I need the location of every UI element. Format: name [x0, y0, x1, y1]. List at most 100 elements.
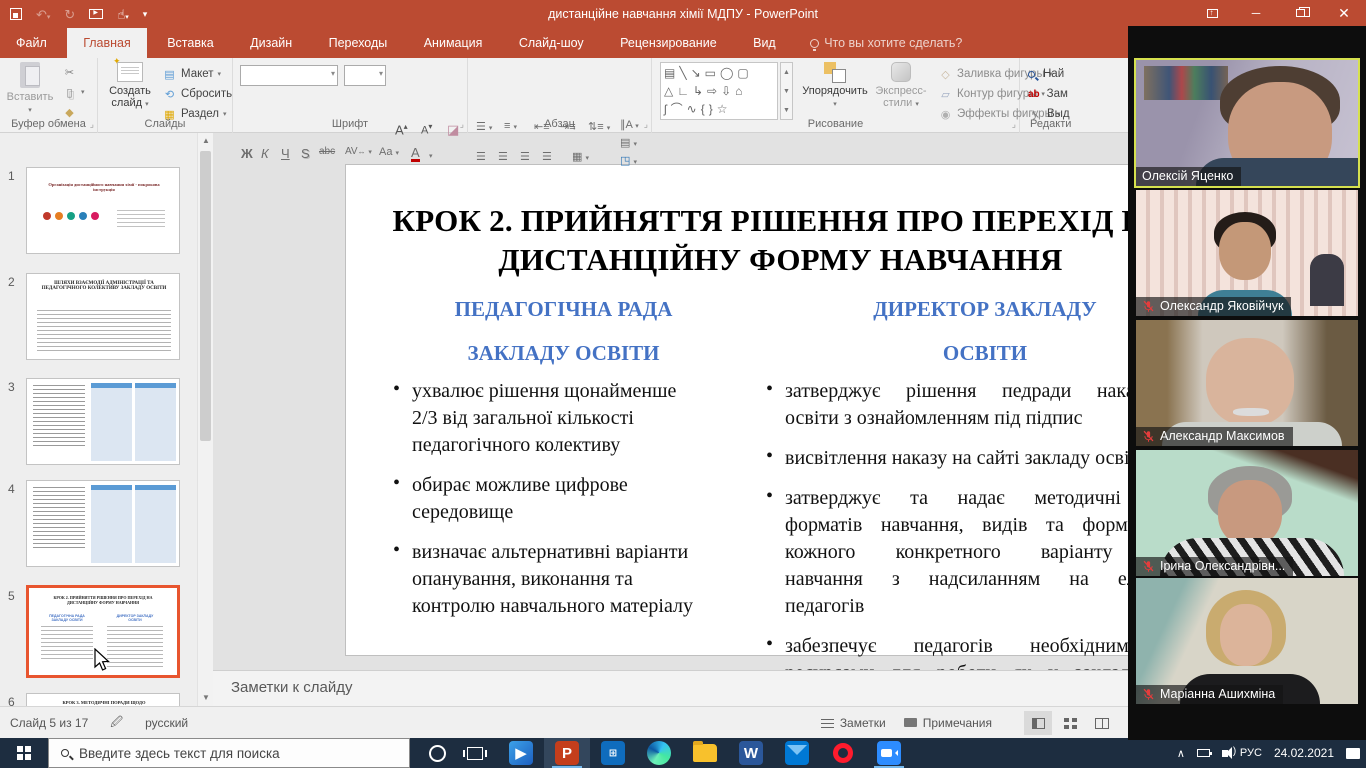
character-spacing-button[interactable]: AV↔ ▾	[345, 146, 372, 157]
thumb-number-4: 4	[8, 482, 15, 496]
slide-title[interactable]: КРОК 2. ПРИЙНЯТТЯ РІШЕННЯ ПРО ПЕРЕХІД НА…	[381, 201, 1180, 279]
powerpoint-taskbar-button[interactable]: P	[544, 738, 590, 768]
paragraph-group: ☰ ▾ ≡ ▾ ⇤≡ ⇥≡ ⇅≡ ▾ ∥A ▾ ▤ ▾ ◳ ▾ ☰ ☰ ☰ ☰ …	[468, 58, 652, 133]
tab-home[interactable]: Главная	[67, 28, 147, 58]
zoom-app-icon	[877, 741, 901, 765]
font-name-combo[interactable]	[240, 65, 338, 86]
layout-button[interactable]: ▤Макет▾	[162, 66, 232, 82]
font-color-dropdown[interactable]: ▾	[429, 146, 433, 161]
slide-sorter-view-button[interactable]	[1056, 711, 1084, 735]
font-color-button[interactable]: А	[411, 146, 420, 162]
current-slide[interactable]: КРОК 2. ПРИЙНЯТТЯ РІШЕННЯ ПРО ПЕРЕХІД НА…	[345, 164, 1216, 656]
clipboard-dialog-launcher[interactable]: ⌟	[90, 119, 94, 130]
video-tile-1[interactable]: Олексій Яценко	[1136, 60, 1358, 186]
scroll-down-icon[interactable]: ▼	[198, 690, 213, 706]
shapes-gallery-scroll[interactable]: ▲▼▼	[780, 62, 793, 120]
italic-button[interactable]: К	[261, 146, 269, 161]
tab-view[interactable]: Вид	[737, 28, 792, 58]
reading-view-button[interactable]	[1088, 711, 1116, 735]
scroll-up-icon[interactable]: ▲	[198, 133, 213, 149]
tray-language[interactable]: РУС	[1240, 747, 1262, 759]
tab-file[interactable]: Файл	[0, 28, 63, 58]
language-indicator[interactable]: русский	[145, 716, 188, 730]
underline-button[interactable]: Ч	[281, 146, 290, 161]
video-tile-3[interactable]: Александр Максимов	[1136, 320, 1358, 446]
justify-button[interactable]: ☰	[542, 150, 552, 163]
text-shadow-button[interactable]: S	[301, 146, 310, 161]
normal-view-button[interactable]	[1024, 711, 1052, 735]
spellcheck-icon[interactable]: 🖉	[110, 713, 123, 734]
tab-animations[interactable]: Анимация	[408, 28, 499, 58]
tab-slideshow[interactable]: Слайд-шоу	[503, 28, 600, 58]
copy-button[interactable]: ▯▾	[62, 84, 85, 100]
thumbnail-slide-1[interactable]: Організація дистанційного навчання хімії…	[26, 167, 180, 254]
movies-tv-button[interactable]: ▶	[498, 738, 544, 768]
normal-view-icon	[1032, 718, 1045, 729]
hidden-icons-chevron[interactable]: ∧	[1177, 747, 1185, 760]
thumb-number-1: 1	[8, 169, 15, 183]
paragraph-dialog-launcher[interactable]: ⌟	[644, 119, 648, 130]
slide-column-left[interactable]: ПЕДАГОГІЧНА РАДА ЗАКЛАДУ ОСВІТИ ухвалює …	[386, 287, 741, 670]
thumbnail-slide-3[interactable]	[26, 378, 180, 465]
columns-button[interactable]: ▦ ▾	[572, 150, 589, 163]
arrange-button[interactable]: Упорядочить▾	[800, 62, 870, 111]
tab-review[interactable]: Рецензирование	[604, 28, 733, 58]
shapes-gallery[interactable]: ▤╲↘▭◯▢△∟↳⇨⇩⌂ʃ⌒∿{}☆	[660, 62, 778, 120]
restore-icon[interactable]	[1278, 0, 1322, 26]
thumbnail-slide-2[interactable]: ШЛЯХИ ВЗАЄМОДІЇ АДМІНІСТРАЦІЇ ТА ПЕДАГОГ…	[26, 273, 180, 360]
close-icon[interactable]: ✕	[1322, 0, 1366, 26]
word-button[interactable]: W	[728, 738, 774, 768]
thumb-number-5: 5	[8, 589, 15, 603]
tab-transitions[interactable]: Переходы	[313, 28, 404, 58]
scrollbar-thumb[interactable]	[200, 151, 211, 441]
task-view-button[interactable]	[452, 738, 498, 768]
bold-button[interactable]: Ж	[241, 146, 253, 161]
opera-button[interactable]	[820, 738, 866, 768]
volume-icon[interactable]	[1222, 750, 1228, 757]
taskbar-search-input[interactable]: Введите здесь текст для поиска	[48, 738, 410, 768]
thumbnail-slide-4[interactable]	[26, 480, 180, 567]
tell-me-box[interactable]: Что вы хотите сделать?	[810, 36, 962, 50]
font-size-combo[interactable]	[344, 65, 386, 86]
thumbnail-scrollbar[interactable]: ▲ ▼	[197, 133, 213, 706]
tray-date[interactable]: 24.02.2021	[1274, 746, 1334, 760]
video-tile-5[interactable]: Маріанна Ашихміна	[1136, 578, 1358, 704]
quick-styles-button[interactable]: Экспресс-стили ▾	[870, 62, 932, 111]
comments-icon	[904, 718, 917, 727]
mail-button[interactable]	[774, 738, 820, 768]
video-tile-2[interactable]: Олександр Яковійчук	[1136, 190, 1358, 316]
notification-center-icon[interactable]	[1346, 748, 1360, 759]
video-tile-4[interactable]: Ірина Олександрівн...	[1136, 450, 1358, 576]
tab-design[interactable]: Дизайн	[234, 28, 308, 58]
thumbnail-slide-6[interactable]: КРОК 3. МЕТОДИЧНІ ПОРАДИ ЩОДО	[26, 693, 180, 706]
start-button[interactable]	[0, 738, 48, 768]
font-dialog-launcher[interactable]: ⌟	[460, 119, 464, 130]
align-right-button[interactable]: ☰	[520, 150, 530, 163]
participant-name-label: Олександр Яковійчук	[1136, 297, 1291, 316]
muted-mic-icon	[1142, 430, 1155, 443]
ribbon-display-options-icon[interactable]	[1190, 0, 1234, 26]
align-center-button[interactable]: ☰	[498, 150, 508, 163]
zoom-app-button[interactable]	[866, 738, 912, 768]
notes-toggle[interactable]: Заметки	[821, 716, 886, 730]
drawing-dialog-launcher[interactable]: ⌟	[1012, 119, 1016, 130]
reset-button[interactable]: ⟲Сбросить	[162, 86, 232, 102]
cut-button[interactable]: ✂	[62, 64, 85, 80]
battery-icon[interactable]	[1197, 749, 1210, 757]
new-slide-icon	[117, 62, 143, 82]
align-left-button[interactable]: ☰	[476, 150, 486, 163]
edge-button[interactable]	[636, 738, 682, 768]
smartart-button[interactable]: ◳ ▾	[620, 154, 637, 167]
tab-insert[interactable]: Вставка	[151, 28, 229, 58]
new-slide-button[interactable]: Создать слайд ▾	[102, 62, 158, 111]
paste-button[interactable]: Вставить▾	[2, 62, 58, 117]
find-button[interactable]: Най	[1028, 66, 1070, 82]
microsoft-store-button[interactable]: ⊞	[590, 738, 636, 768]
change-case-button[interactable]: Aa ▾	[379, 146, 399, 158]
strikethrough-button[interactable]: abc	[319, 146, 335, 157]
comments-toggle[interactable]: Примечания	[904, 716, 992, 730]
minimize-icon[interactable]: ─	[1234, 0, 1278, 26]
replace-button[interactable]: abЗам	[1028, 86, 1070, 102]
file-explorer-button[interactable]	[682, 738, 728, 768]
align-text-button[interactable]: ▤ ▾	[620, 136, 637, 149]
